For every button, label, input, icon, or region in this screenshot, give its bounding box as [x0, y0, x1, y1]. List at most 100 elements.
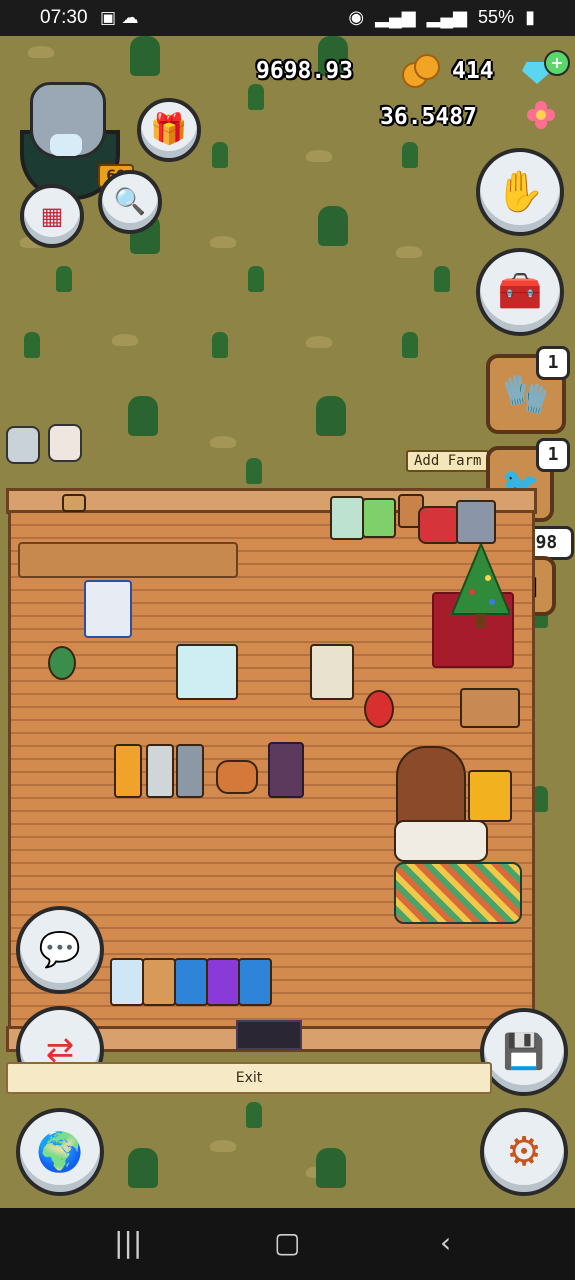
avatar-mouth [50, 134, 82, 156]
coin-icon-stack [414, 54, 440, 80]
globe-icon: 🌍 [36, 1130, 84, 1174]
player-character[interactable] [268, 742, 304, 798]
battery-percent: 55% [478, 7, 515, 27]
add-farm-count-badge: 1 [536, 438, 570, 472]
silver-statue[interactable] [146, 744, 174, 798]
home-icon[interactable]: ▢ [274, 1226, 300, 1259]
toolbox-button[interactable]: 🧰 [476, 248, 564, 336]
gloves-count-badge: 1 [536, 346, 570, 380]
banner-item[interactable] [206, 958, 240, 1006]
status-notification-icons: ▣ ☁ [100, 8, 138, 28]
cactus [128, 396, 158, 436]
stone-statue[interactable] [176, 744, 204, 798]
golden-chair-item[interactable] [468, 770, 512, 822]
game-world[interactable]: 60 🎁 ▦ 🔍 9698.93 414 + 36.5487 ✋ 🧰 🧤 1 A… [0, 36, 575, 1208]
animal-npc-row[interactable] [18, 542, 238, 578]
cactus [434, 266, 450, 292]
wall-picture-item [62, 494, 86, 512]
back-icon[interactable]: ‹ [440, 1226, 451, 1259]
banner-item[interactable] [110, 958, 144, 1006]
status-bar: 07:30 ▣ ☁ ◉ ▂▄▆ ▂▄▆ 55% ▮ [0, 0, 575, 36]
parrot-npc[interactable] [364, 690, 394, 728]
player-avatar[interactable]: 60 [8, 78, 134, 200]
dirt-mound [306, 336, 332, 348]
cactus [316, 1148, 346, 1188]
dirt-mound [306, 150, 332, 162]
gear-icon: ⚙ [506, 1129, 542, 1175]
system-nav-bar: ||| ▢ ‹ [0, 1208, 575, 1280]
lamp-display-case[interactable] [310, 644, 354, 700]
hotspot-icon: ◉ [348, 7, 365, 27]
chat-button[interactable]: 💬 [16, 906, 104, 994]
calendar-icon: ▦ [40, 202, 64, 230]
christmas-tree-icon[interactable] [452, 544, 510, 630]
green-pet[interactable] [48, 646, 76, 680]
animal-group-item[interactable] [394, 820, 488, 862]
cactus [248, 266, 264, 292]
cactus [402, 332, 418, 358]
signal-icon-2: ▂▄▆ [426, 7, 468, 27]
add-farm-label: Add Farm [406, 450, 490, 472]
cactus [318, 206, 348, 246]
cactus [212, 142, 228, 168]
cloud-icon: ☁ [121, 8, 139, 28]
dog-pet[interactable] [48, 424, 82, 462]
flower-tokens-value: 36.5487 [380, 104, 477, 130]
cactus [248, 84, 264, 110]
plus-icon: + [550, 53, 564, 72]
recent-apps-icon[interactable]: ||| [114, 1226, 142, 1259]
gloves-button[interactable]: ✋ [476, 148, 564, 236]
cactus [24, 332, 40, 358]
acorn-house-item[interactable] [396, 746, 466, 830]
journal-search-button[interactable]: 🔍 [98, 170, 162, 234]
squirrel-npc[interactable] [216, 760, 258, 794]
mirror-item[interactable] [330, 496, 364, 540]
speech-bubble-icon: 💬 [38, 930, 82, 970]
settings-button[interactable]: ⚙ [480, 1108, 568, 1196]
cactus [402, 142, 418, 168]
add-gems-button[interactable]: + [544, 50, 570, 76]
glove-icon: ✋ [495, 169, 545, 215]
status-right: ◉ ▂▄▆ ▂▄▆ 55% ▮ [342, 7, 535, 28]
farm-door[interactable] [236, 1020, 302, 1050]
signal-icon: ▂▄▆ [375, 7, 416, 27]
cake-display-case[interactable] [176, 644, 238, 700]
book-magnifier-icon: 🔍 [113, 187, 147, 217]
gold-statue[interactable] [114, 744, 142, 798]
dirt-mound [210, 1140, 236, 1152]
dirt-mound [210, 236, 236, 248]
spinning-wheel-item[interactable] [460, 688, 520, 728]
gift-button[interactable]: 🎁 [137, 98, 201, 162]
cactus [212, 332, 228, 358]
status-time: 07:30 [40, 7, 88, 28]
woven-rug-item[interactable] [394, 862, 522, 924]
dirt-mound [112, 334, 138, 346]
calendar-button[interactable]: ▦ [20, 184, 84, 248]
coins-value: 9698.93 [256, 58, 353, 84]
cat-pet[interactable] [6, 426, 40, 464]
cactus [130, 36, 160, 76]
banner-item[interactable] [238, 958, 272, 1006]
floppy-disk-icon: 💾 [502, 1032, 546, 1072]
banner-item[interactable] [142, 958, 176, 1006]
exit-button[interactable]: Exit [6, 1062, 492, 1094]
cactus [246, 1102, 262, 1128]
save-button[interactable]: 💾 [480, 1008, 568, 1096]
dirt-mound [396, 246, 422, 258]
wolf-costume-character[interactable] [84, 580, 132, 638]
cactus [246, 458, 262, 484]
dirt-mound [28, 46, 54, 58]
cactus [128, 1148, 158, 1188]
cactus [316, 396, 346, 436]
banner-item[interactable] [174, 958, 208, 1006]
world-map-button[interactable]: 🌍 [16, 1108, 104, 1196]
fireplace-item[interactable] [456, 500, 496, 544]
toolbox-icon: 🧰 [497, 271, 543, 312]
gems-value: 414 [452, 58, 494, 84]
dirt-mound [210, 436, 236, 448]
plant-shelf-item[interactable] [362, 498, 396, 538]
cactus [56, 266, 72, 292]
gift-icon: 🎁 [150, 112, 188, 147]
flower-icon [527, 101, 555, 129]
battery-icon: ▮ [525, 7, 535, 27]
